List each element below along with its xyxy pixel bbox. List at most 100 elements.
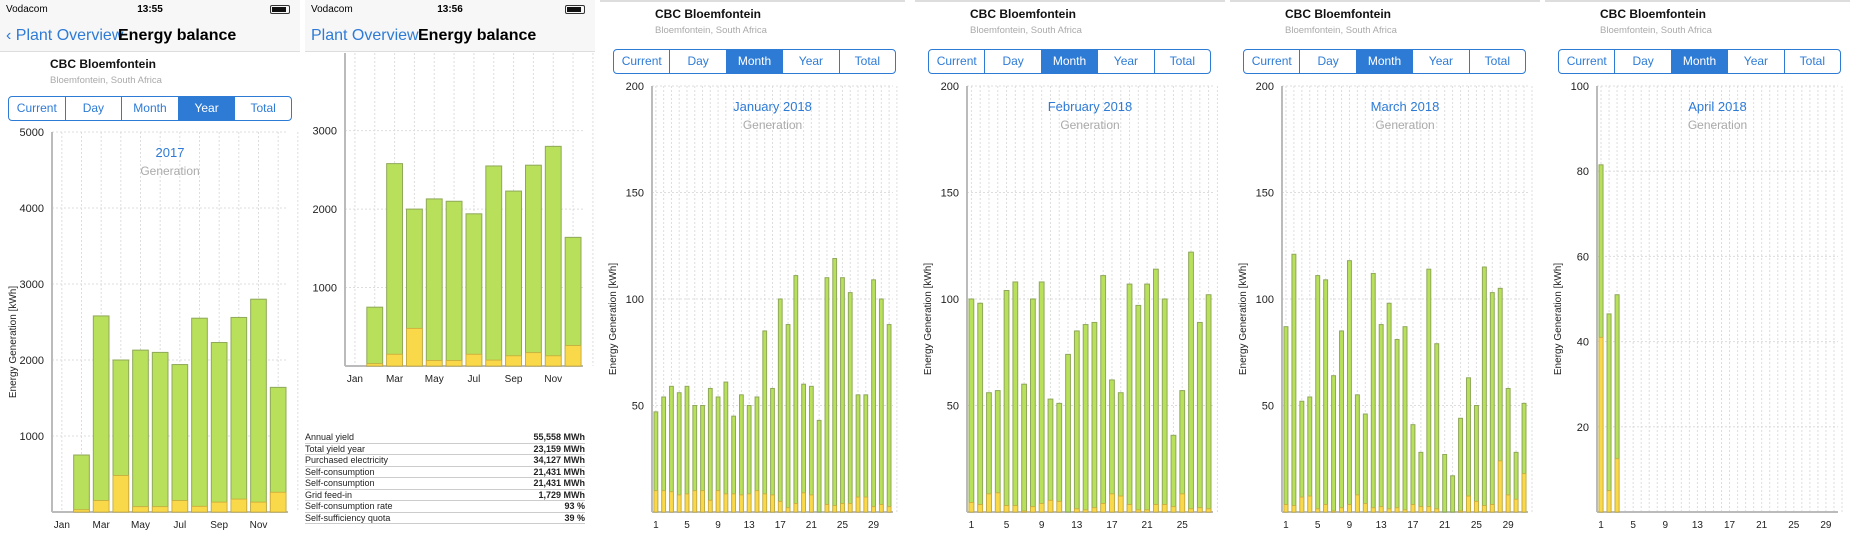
tab-month[interactable]: Month: [1040, 50, 1098, 73]
bar-self-consumption: [977, 504, 983, 513]
chart-year-scrolled: 1000 2000 3000 Jan Mar May Jul Sep Nov: [313, 53, 594, 385]
bar-generation: [1283, 326, 1289, 513]
bar-self-consumption: [1021, 510, 1027, 513]
tab-total[interactable]: Total: [1783, 50, 1840, 73]
status-bar: Vodacom 13:55: [0, 0, 300, 22]
y-tick-label: 40: [1577, 337, 1589, 349]
bar-self-consumption: [1426, 506, 1432, 513]
bar-self-consumption: [1394, 507, 1400, 513]
bar-generation: [824, 277, 830, 513]
bar-self-consumption: [871, 506, 876, 513]
bar-generation: [1315, 275, 1321, 513]
tab-total[interactable]: Total: [234, 97, 291, 120]
bar-generation: [1370, 272, 1376, 513]
x-tick-label: Nov: [250, 520, 268, 531]
back-button[interactable]: ‹ Plant Overview: [6, 27, 123, 45]
bar-generation: [1394, 338, 1400, 513]
tab-day[interactable]: Day: [64, 97, 122, 120]
bar-self-consumption: [544, 355, 562, 367]
stats-row: Self-consumption rate 93 %: [305, 501, 585, 513]
bar-generation: [171, 364, 189, 513]
tab-current[interactable]: Current: [1559, 50, 1614, 73]
bar-generation: [92, 315, 110, 513]
stat-label: Purchased electricity: [305, 455, 389, 465]
bar-self-consumption: [1003, 505, 1010, 513]
x-tick-label: Jul: [173, 520, 186, 531]
tab-month[interactable]: Month: [725, 50, 783, 73]
tab-month[interactable]: Month: [1670, 50, 1728, 73]
bar-generation: [777, 298, 783, 513]
x-tick-label: 9: [1663, 520, 1669, 531]
tab-current[interactable]: Current: [929, 50, 984, 73]
tab-current[interactable]: Current: [1244, 50, 1299, 73]
x-tick-label: Sep: [210, 520, 228, 531]
bar-self-consumption: [1205, 508, 1212, 513]
back-button[interactable]: Plant Overview: [311, 27, 419, 45]
bar-self-consumption: [1307, 495, 1313, 513]
x-tick-label: Mar: [93, 520, 111, 531]
bar-self-consumption: [1466, 495, 1471, 513]
x-tick-label: Mar: [386, 374, 404, 385]
y-tick-label: 150: [941, 188, 959, 200]
bar-generation: [1196, 321, 1203, 513]
bar-generation: [1466, 377, 1471, 513]
tab-total[interactable]: Total: [1153, 50, 1210, 73]
bar-generation: [525, 164, 542, 367]
tab-year[interactable]: Year: [177, 97, 235, 120]
bar-self-consumption: [230, 498, 248, 513]
y-tick-label: 2000: [313, 204, 337, 216]
bar-self-consumption: [1315, 508, 1321, 513]
bar-generation: [505, 190, 523, 367]
x-tick-label: Jan: [347, 374, 363, 385]
tab-year[interactable]: Year: [1097, 50, 1153, 73]
tab-total[interactable]: Total: [1468, 50, 1525, 73]
y-tick-label: 4000: [20, 203, 44, 215]
stat-value: 34,127 MWh: [533, 455, 585, 465]
tab-year[interactable]: Year: [1412, 50, 1468, 73]
bar-self-consumption: [1410, 504, 1416, 513]
tab-current[interactable]: Current: [9, 97, 65, 120]
stat-label: Self-sufficiency quota: [305, 512, 391, 523]
bar-self-consumption: [1378, 506, 1384, 513]
bar-generation: [1291, 253, 1297, 513]
stat-value: 21,431 MWh: [533, 466, 585, 477]
bar-self-consumption: [762, 493, 768, 513]
tab-current[interactable]: Current: [614, 50, 669, 73]
period-tabs: Current Day Month Year Total: [613, 49, 896, 74]
bar-generation: [1205, 294, 1212, 513]
x-tick-label: 9: [1347, 520, 1353, 531]
chart-subtitle: Generation: [140, 164, 199, 178]
bar-self-consumption: [132, 506, 149, 513]
chart-title: March 2018: [1371, 99, 1440, 114]
bar-generation: [1153, 268, 1159, 513]
tab-day[interactable]: Day: [1614, 50, 1670, 73]
tab-day[interactable]: Day: [669, 50, 725, 73]
tab-year[interactable]: Year: [1727, 50, 1783, 73]
tab-day[interactable]: Day: [984, 50, 1040, 73]
chart-title: April 2018: [1688, 99, 1747, 114]
bar-generation: [847, 292, 853, 513]
tab-total[interactable]: Total: [838, 50, 895, 73]
bar-generation: [871, 279, 876, 513]
bar-generation: [1434, 343, 1440, 513]
bar-generation: [1100, 275, 1107, 513]
bar-self-consumption: [1521, 473, 1527, 513]
tab-year[interactable]: Year: [782, 50, 838, 73]
x-tick-label: 9: [1039, 520, 1045, 531]
stats-row: Self-consumption 21,431 MWh: [305, 478, 585, 490]
bar-generation: [770, 387, 775, 513]
x-tick-label: 1: [1598, 520, 1604, 531]
bar-self-consumption: [886, 506, 892, 513]
bar-self-consumption: [770, 494, 775, 513]
tab-month[interactable]: Month: [121, 97, 178, 120]
tab-day[interactable]: Day: [1299, 50, 1355, 73]
x-tick-label: 29: [1503, 520, 1515, 531]
bar-generation: [793, 275, 799, 513]
tab-month[interactable]: Month: [1355, 50, 1413, 73]
bar-self-consumption: [1458, 510, 1463, 513]
x-tick-label: 17: [775, 520, 787, 531]
x-tick-label: 29: [868, 520, 880, 531]
plant-name: CBC Bloemfontein: [1285, 7, 1391, 21]
bar-generation: [73, 454, 90, 513]
x-tick-label: 5: [1004, 520, 1010, 531]
